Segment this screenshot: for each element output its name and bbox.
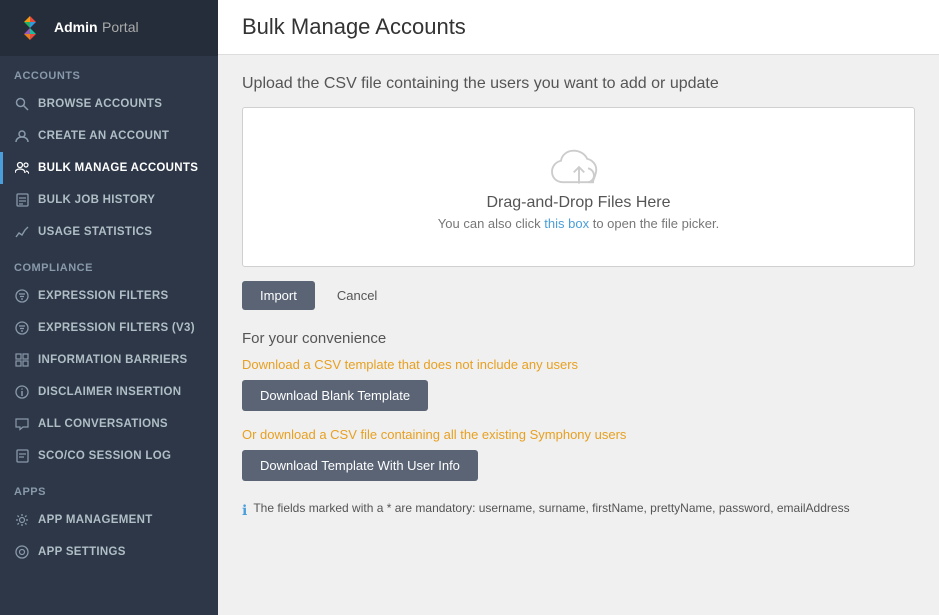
click-instruction: You can also click this box to open the … xyxy=(438,216,719,231)
sidebar-item-app-settings[interactable]: APP SETTINGS xyxy=(0,536,218,568)
sidebar-item-label: BULK MANAGE ACCOUNTS xyxy=(38,162,198,174)
page-title: Bulk Manage Accounts xyxy=(242,14,915,40)
action-buttons: Import Cancel xyxy=(242,281,915,310)
sidebar-item-all-conversations[interactable]: ALL CONVERSATIONS xyxy=(0,408,218,440)
app-logo xyxy=(14,12,46,44)
filter-v3-icon xyxy=(14,320,30,336)
main-content: Bulk Manage Accounts Upload the CSV file… xyxy=(218,0,939,615)
download-blank-desc: Download a CSV template that does not in… xyxy=(242,357,915,372)
sidebar-item-label: BROWSE ACCOUNTS xyxy=(38,98,162,110)
sidebar: Admin Portal Accounts BROWSE ACCOUNTS CR… xyxy=(0,0,218,615)
accounts-section-label: Accounts xyxy=(0,56,218,88)
sidebar-item-label: USAGE STATISTICS xyxy=(38,226,152,238)
sidebar-item-label: APP MANAGEMENT xyxy=(38,514,153,526)
sidebar-item-app-management[interactable]: APP MANAGEMENT xyxy=(0,504,218,536)
sidebar-item-label: EXPRESSION FILTERS (V3) xyxy=(38,322,195,334)
sidebar-item-label: APP SETTINGS xyxy=(38,546,126,558)
sidebar-item-browse-accounts[interactable]: BROWSE ACCOUNTS xyxy=(0,88,218,120)
grid-icon xyxy=(14,352,30,368)
user-icon xyxy=(14,128,30,144)
cloud-upload-icon xyxy=(549,144,609,194)
sidebar-item-bulk-job-history[interactable]: BULK JOB HISTORY xyxy=(0,184,218,216)
gear-icon xyxy=(14,512,30,528)
brand-text: Admin Portal xyxy=(54,19,139,37)
sidebar-item-label: SCO/CO SESSION LOG xyxy=(38,450,171,462)
file-picker-link[interactable]: this box xyxy=(544,216,589,231)
apps-section-label: Apps xyxy=(0,472,218,504)
cancel-button[interactable]: Cancel xyxy=(325,281,389,310)
info-icon xyxy=(14,384,30,400)
download-users-desc: Or download a CSV file containing all th… xyxy=(242,427,915,442)
compliance-section-label: Compliance xyxy=(0,248,218,280)
sidebar-item-label: DISCLAIMER INSERTION xyxy=(38,386,181,398)
drag-drop-label: Drag-and-Drop Files Here xyxy=(486,194,670,212)
import-button[interactable]: Import xyxy=(242,281,315,310)
mandatory-note: ℹ The fields marked with a * are mandato… xyxy=(242,501,915,519)
info-circle-icon: ℹ xyxy=(242,502,247,519)
download-blank-button[interactable]: Download Blank Template xyxy=(242,380,428,411)
sidebar-item-information-barriers[interactable]: INFORMATION BARRIERS xyxy=(0,344,218,376)
mandatory-note-text: The fields marked with a * are mandatory… xyxy=(253,501,849,515)
doc-icon xyxy=(14,448,30,464)
convenience-section: For your convenience Download a CSV temp… xyxy=(242,330,915,519)
download-users-button[interactable]: Download Template With User Info xyxy=(242,450,478,481)
sidebar-item-expression-filters[interactable]: EXPRESSION FILTERS xyxy=(0,280,218,312)
sidebar-item-usage-statistics[interactable]: USAGE STATISTICS xyxy=(0,216,218,248)
settings-icon xyxy=(14,544,30,560)
sidebar-item-label: BULK JOB HISTORY xyxy=(38,194,155,206)
sidebar-item-label: INFORMATION BARRIERS xyxy=(38,354,188,366)
file-drop-zone[interactable]: Drag-and-Drop Files Here You can also cl… xyxy=(242,107,915,267)
chart-icon xyxy=(14,224,30,240)
sidebar-item-create-account[interactable]: CREATE AN ACCOUNT xyxy=(0,120,218,152)
file-icon xyxy=(14,192,30,208)
chat-icon xyxy=(14,416,30,432)
search-icon xyxy=(14,96,30,112)
sidebar-item-disclaimer-insertion[interactable]: DISCLAIMER INSERTION xyxy=(0,376,218,408)
convenience-title: For your convenience xyxy=(242,330,915,347)
filter-icon xyxy=(14,288,30,304)
users-icon xyxy=(14,160,30,176)
page-header: Bulk Manage Accounts xyxy=(218,0,939,55)
sidebar-item-bulk-manage[interactable]: BULK MANAGE ACCOUNTS xyxy=(0,152,218,184)
page-content-area: Upload the CSV file containing the users… xyxy=(218,55,939,615)
sidebar-item-label: EXPRESSION FILTERS xyxy=(38,290,168,302)
sidebar-item-expression-filters-v3[interactable]: EXPRESSION FILTERS (V3) xyxy=(0,312,218,344)
sidebar-item-sco-co-session-log[interactable]: SCO/CO SESSION LOG xyxy=(0,440,218,472)
sidebar-item-label: CREATE AN ACCOUNT xyxy=(38,130,169,142)
sidebar-item-label: ALL CONVERSATIONS xyxy=(38,418,168,430)
sidebar-header: Admin Portal xyxy=(0,0,218,56)
upload-instruction: Upload the CSV file containing the users… xyxy=(242,75,915,93)
